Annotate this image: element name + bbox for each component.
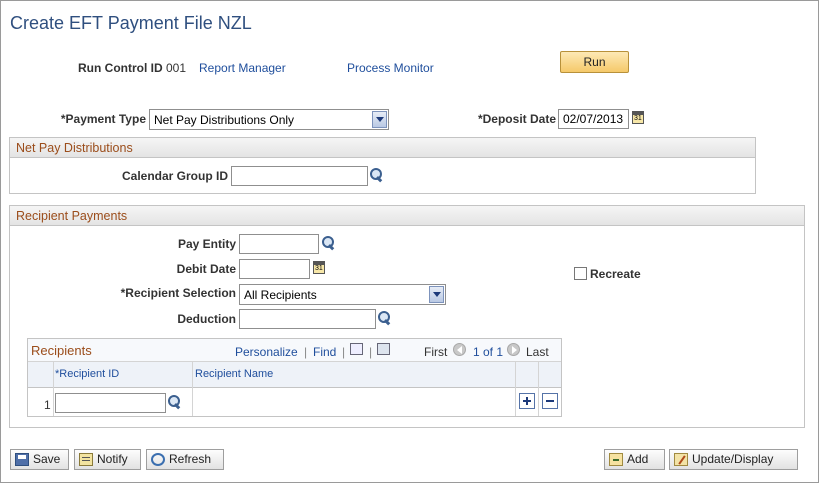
- previous-icon[interactable]: [453, 343, 466, 356]
- page-title: Create EFT Payment File NZL: [10, 13, 252, 33]
- deposit-date-input[interactable]: [558, 109, 629, 129]
- save-button-label: Save: [33, 452, 61, 466]
- search-icon[interactable]: [377, 310, 393, 326]
- calendar-group-input[interactable]: [231, 166, 368, 186]
- debit-date-label: Debit Date: [176, 262, 236, 276]
- add-button[interactable]: Add: [604, 449, 665, 470]
- run-control-label: Run Control ID: [78, 61, 163, 75]
- process-monitor-link[interactable]: Process Monitor: [347, 61, 434, 75]
- pay-entity-label: Pay Entity: [177, 237, 236, 251]
- next-icon[interactable]: [507, 343, 520, 356]
- refresh-button-label: Refresh: [169, 452, 212, 466]
- update-display-button[interactable]: Update/Display: [669, 449, 798, 470]
- delete-row-icon[interactable]: [542, 393, 558, 409]
- notify-icon: [79, 453, 93, 466]
- payment-type-select[interactable]: Net Pay Distributions Only: [149, 109, 389, 130]
- search-icon[interactable]: [369, 167, 385, 183]
- recreate-checkbox[interactable]: [574, 267, 587, 280]
- add-button-label: Add: [627, 452, 649, 466]
- notify-button[interactable]: Notify: [74, 449, 141, 470]
- row-index: 1: [44, 398, 51, 412]
- save-button[interactable]: Save: [10, 449, 69, 470]
- recipient-id-input[interactable]: [55, 393, 166, 413]
- run-control-value: 001: [166, 61, 187, 75]
- run-button[interactable]: Run: [560, 51, 629, 73]
- refresh-icon: [151, 453, 165, 466]
- save-icon: [15, 453, 29, 466]
- recreate-label: Recreate: [590, 267, 641, 281]
- first-label: First: [424, 345, 448, 359]
- recipient-selection-value: All Recipients: [244, 288, 317, 302]
- chevron-down-icon[interactable]: [372, 111, 387, 128]
- nav-separator: |: [342, 345, 346, 359]
- calendar-icon[interactable]: [313, 261, 325, 274]
- nav-separator: |: [304, 345, 308, 359]
- personalize-link[interactable]: Personalize: [235, 345, 298, 359]
- last-label: Last: [526, 345, 549, 359]
- pay-entity-input[interactable]: [239, 234, 319, 254]
- recipients-grid-title: Recipients: [31, 343, 92, 358]
- add-icon: [609, 453, 623, 466]
- recipient-payments-header: Recipient Payments: [10, 206, 804, 226]
- debit-date-input[interactable]: [239, 259, 310, 279]
- deposit-date-label: *Deposit Date: [477, 112, 556, 126]
- column-header-recipient-id[interactable]: *Recipient ID: [55, 368, 119, 380]
- report-manager-link[interactable]: Report Manager: [199, 61, 286, 75]
- notify-button-label: Notify: [97, 452, 128, 466]
- column-header-recipient-name[interactable]: Recipient Name: [195, 368, 273, 380]
- add-row-icon[interactable]: [519, 393, 535, 409]
- payment-type-label: *Payment Type: [60, 112, 146, 126]
- recipient-selection-label: *Recipient Selection: [120, 286, 236, 300]
- search-icon[interactable]: [321, 235, 337, 251]
- update-display-button-label: Update/Display: [692, 452, 774, 466]
- update-display-icon: [674, 453, 688, 466]
- deduction-label: Deduction: [177, 312, 236, 326]
- find-link[interactable]: Find: [313, 345, 336, 359]
- deduction-input[interactable]: [239, 309, 376, 329]
- calendar-group-label: Calendar Group ID: [121, 169, 228, 183]
- recipient-selection-select[interactable]: All Recipients: [239, 284, 446, 305]
- search-icon[interactable]: [167, 394, 183, 410]
- chevron-down-icon[interactable]: [429, 286, 444, 303]
- net-pay-distributions-group: Net Pay Distributions: [9, 137, 756, 194]
- refresh-button[interactable]: Refresh: [146, 449, 224, 470]
- spreadsheet-icon[interactable]: [377, 343, 390, 355]
- net-pay-distributions-header: Net Pay Distributions: [10, 138, 755, 158]
- calendar-icon[interactable]: [632, 111, 644, 124]
- view-all-icon[interactable]: [350, 343, 363, 355]
- payment-type-value: Net Pay Distributions Only: [154, 113, 295, 127]
- row-range: 1 of 1: [473, 345, 504, 359]
